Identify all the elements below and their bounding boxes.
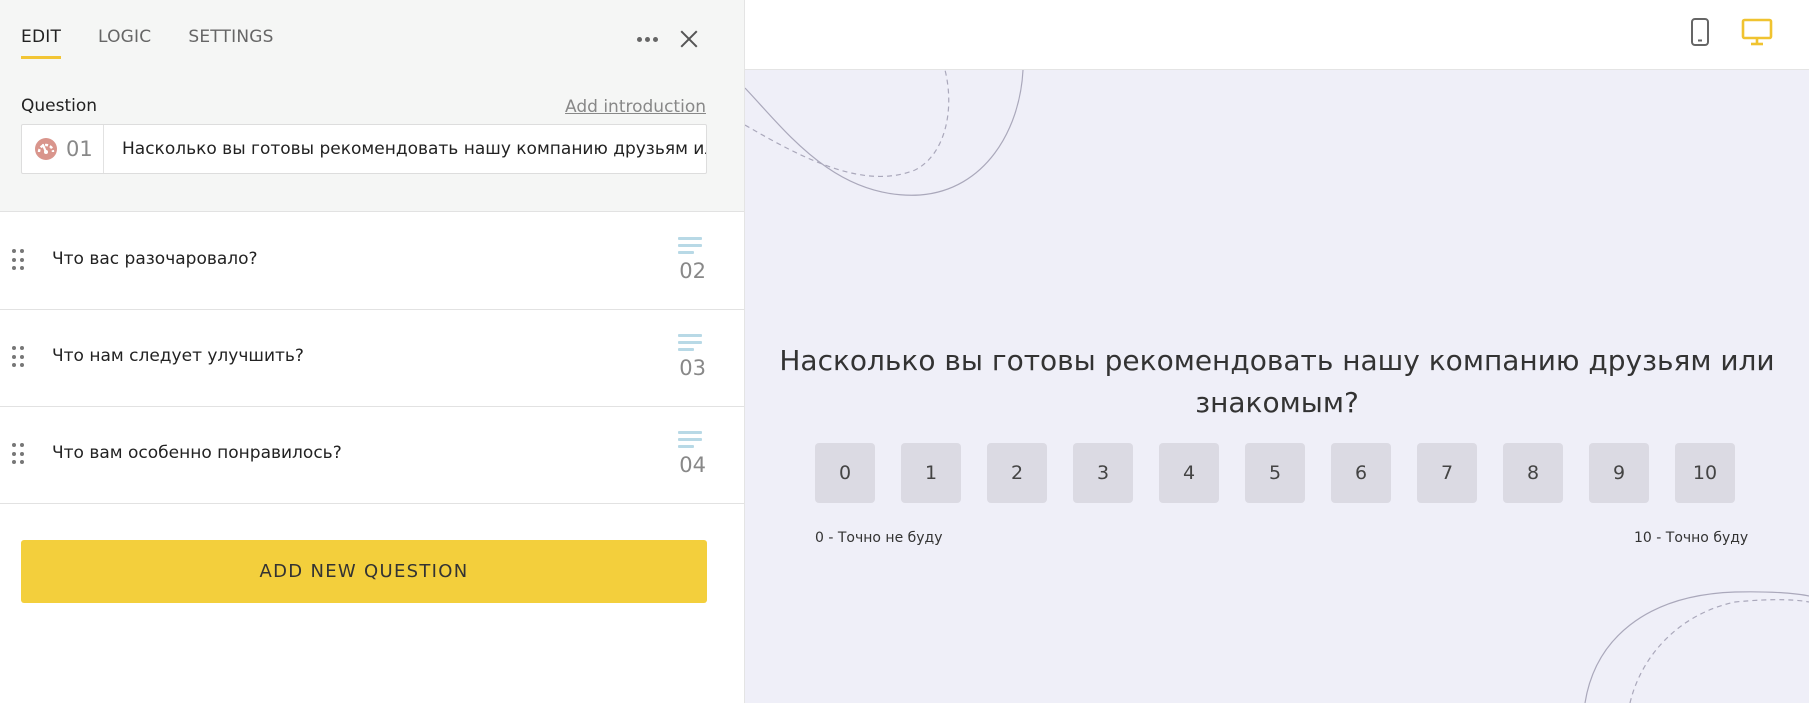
nps-gauge-icon — [35, 138, 57, 160]
close-icon[interactable] — [674, 24, 704, 54]
question-number-cell: 01 — [22, 125, 104, 173]
scale-option-0[interactable]: 0 — [815, 443, 875, 503]
question-list-item-number: 03 — [679, 356, 706, 380]
question-list-item-number: 02 — [679, 259, 706, 283]
preview-panel: Насколько вы готовы рекомендовать нашу к… — [745, 0, 1809, 703]
scale-option-3[interactable]: 3 — [1073, 443, 1133, 503]
scale-option-8[interactable]: 8 — [1503, 443, 1563, 503]
scale-option-10[interactable]: 10 — [1675, 443, 1735, 503]
preview-question-text: Насколько вы готовы рекомендовать нашу к… — [779, 344, 1775, 419]
desktop-device-icon[interactable] — [1741, 18, 1773, 46]
question-field: 01 Насколько вы готовы рекомендовать наш… — [21, 124, 707, 174]
scale-low-label: 0 - Точно не буду — [815, 530, 943, 546]
editor-tabs: EDIT LOGIC SETTINGS — [21, 27, 311, 59]
scale-option-2[interactable]: 2 — [987, 443, 1047, 503]
question-number: 01 — [66, 137, 93, 161]
drag-handle-icon[interactable] — [12, 249, 24, 271]
question-list-item-text: Что вам особенно понравилось? — [52, 443, 342, 463]
question-list-item-text: Что вас разочаровало? — [52, 249, 258, 269]
drag-handle-icon[interactable] — [12, 346, 24, 368]
tab-logic[interactable]: LOGIC — [98, 27, 151, 59]
scale-option-7[interactable]: 7 — [1417, 443, 1477, 503]
drag-handle-icon[interactable] — [12, 443, 24, 465]
text-answer-icon — [678, 237, 706, 254]
scale-high-label: 10 - Точно буду — [1634, 530, 1749, 546]
tab-settings[interactable]: SETTINGS — [188, 27, 273, 59]
nps-scale: 0 1 2 3 4 5 6 7 8 9 10 — [815, 443, 1735, 503]
question-list-item-number: 04 — [679, 453, 706, 477]
question-list-item[interactable]: Что нам следует улучшить? 03 — [0, 310, 744, 407]
question-editor-header: EDIT LOGIC SETTINGS Question Add introdu… — [0, 0, 744, 212]
question-list-item-text: Что нам следует улучшить? — [52, 346, 304, 366]
tab-edit[interactable]: EDIT — [21, 27, 62, 59]
question-list-item[interactable]: Что вам особенно понравилось? 04 — [0, 407, 744, 504]
editor-actions — [632, 24, 704, 54]
more-options-icon[interactable] — [632, 24, 662, 54]
scale-option-9[interactable]: 9 — [1589, 443, 1649, 503]
text-answer-icon — [678, 431, 706, 448]
question-text-input[interactable]: Насколько вы готовы рекомендовать нашу к… — [104, 139, 706, 159]
scale-option-1[interactable]: 1 — [901, 443, 961, 503]
scale-option-5[interactable]: 5 — [1245, 443, 1305, 503]
scale-option-4[interactable]: 4 — [1159, 443, 1219, 503]
question-list-item[interactable]: Что вас разочаровало? 02 — [0, 213, 744, 310]
mobile-device-icon[interactable] — [1689, 18, 1711, 46]
add-new-question-button[interactable]: ADD NEW QUESTION — [21, 540, 707, 603]
question-label: Question — [21, 96, 98, 116]
add-introduction-link[interactable]: Add introduction — [565, 97, 706, 117]
preview-toolbar — [745, 0, 1809, 70]
editor-panel: EDIT LOGIC SETTINGS Question Add introdu… — [0, 0, 745, 703]
scale-option-6[interactable]: 6 — [1331, 443, 1391, 503]
text-answer-icon — [678, 334, 706, 351]
